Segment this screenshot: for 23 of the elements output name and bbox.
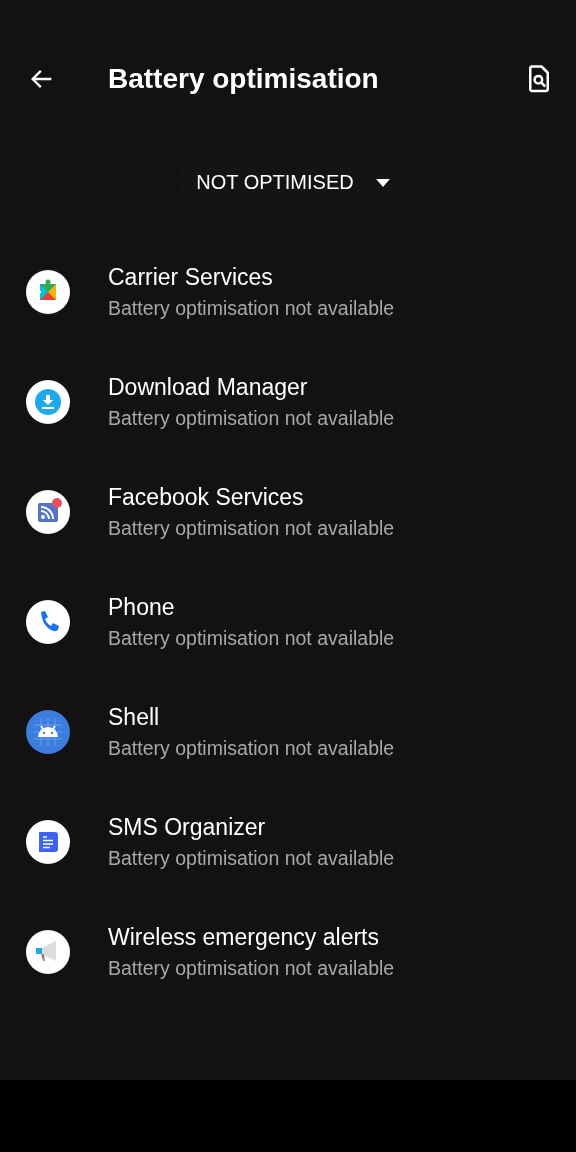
app-icon bbox=[26, 490, 70, 534]
app-icon bbox=[26, 820, 70, 864]
app-name[interactable]: Phone bbox=[108, 594, 395, 621]
app-status: Battery optimisation not available bbox=[108, 407, 395, 430]
app-name[interactable]: SMS Organizer bbox=[108, 814, 395, 841]
app-status: Battery optimisation not available bbox=[108, 627, 395, 650]
app-status: Battery optimisation not available bbox=[108, 737, 395, 760]
screen-title: Battery optimisation bbox=[108, 63, 380, 95]
app-name[interactable]: Shell bbox=[108, 704, 395, 731]
app-icon bbox=[26, 710, 70, 754]
app-icon bbox=[26, 600, 70, 644]
app-name[interactable]: Carrier Services bbox=[108, 264, 395, 291]
app-status: Battery optimisation not available bbox=[108, 517, 395, 540]
app-name[interactable]: Wireless emergency alerts bbox=[108, 924, 395, 951]
app-icon bbox=[26, 930, 70, 974]
app-status: Battery optimisation not available bbox=[108, 847, 395, 870]
app-status: Battery optimisation not available bbox=[108, 957, 395, 980]
app-icon bbox=[26, 270, 70, 314]
app-name[interactable]: Download Manager bbox=[108, 374, 395, 401]
caret-icon bbox=[375, 178, 390, 187]
app-icon bbox=[26, 380, 70, 424]
app-name[interactable]: Facebook Services bbox=[108, 484, 395, 511]
app-status: Battery optimisation not available bbox=[108, 297, 395, 320]
